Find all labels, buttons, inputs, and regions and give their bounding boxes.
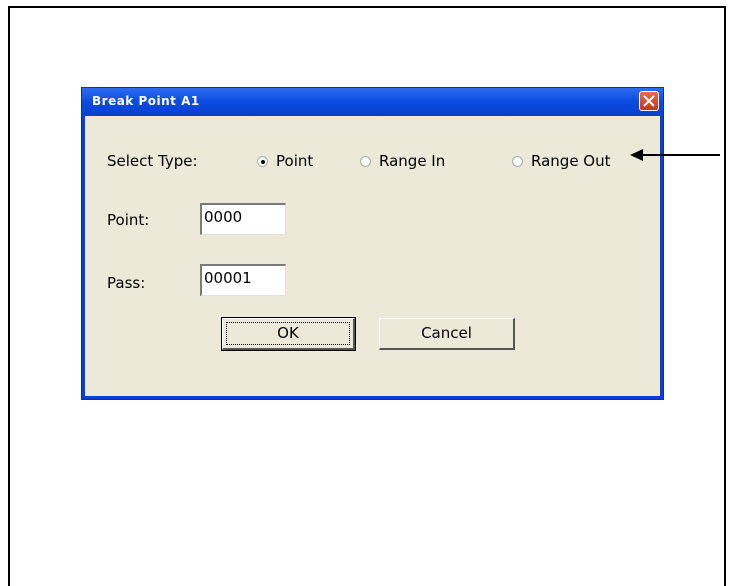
dialog-titlebar[interactable]: Break Point A1 — [82, 88, 663, 116]
select-type-label: Select Type: — [107, 152, 198, 170]
break-point-dialog: Break Point A1 Select Type: Point Range … — [81, 87, 664, 400]
close-button[interactable] — [639, 91, 659, 111]
pass-input[interactable]: 00001 — [200, 264, 286, 296]
point-input[interactable]: 0000 — [200, 203, 286, 235]
ok-button[interactable]: OK — [221, 317, 356, 351]
close-icon — [643, 95, 655, 107]
cancel-button-label: Cancel — [421, 324, 472, 342]
radio-range-out-label: Range Out — [531, 152, 611, 170]
radio-range-out[interactable]: Range Out — [512, 152, 611, 170]
cancel-button[interactable]: Cancel — [379, 318, 515, 350]
radio-range-in-label: Range In — [379, 152, 446, 170]
radio-range-in[interactable]: Range In — [360, 152, 445, 170]
point-label: Point: — [107, 211, 150, 229]
dialog-title: Break Point A1 — [92, 94, 200, 108]
pass-label: Pass: — [107, 274, 146, 292]
arrow-left-icon — [630, 149, 720, 161]
ok-button-focus-ring — [226, 322, 350, 345]
radio-point-indicator — [257, 155, 268, 167]
radio-range-in-indicator — [360, 155, 371, 167]
radio-point[interactable]: Point — [257, 152, 313, 170]
radio-point-label: Point — [276, 152, 314, 170]
dialog-client-area: Select Type: Point Range In Range Out Po… — [85, 116, 660, 396]
radio-range-out-indicator — [512, 155, 523, 167]
